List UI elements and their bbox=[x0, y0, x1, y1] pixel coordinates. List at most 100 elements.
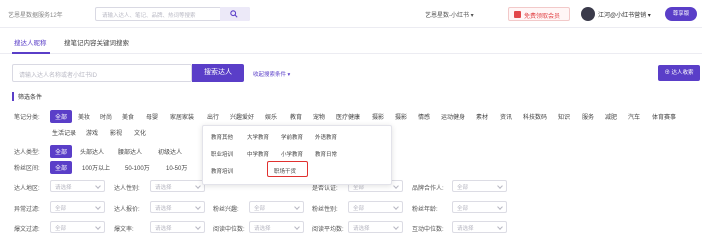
fan-age-select[interactable]: 全部 bbox=[452, 201, 507, 213]
region-select[interactable]: 请选择 bbox=[50, 180, 105, 192]
avatar[interactable] bbox=[581, 7, 595, 21]
chevron-down-icon bbox=[393, 224, 399, 230]
filter-label: 阅读平均数: bbox=[312, 227, 344, 233]
highlight-annotation-box bbox=[267, 161, 308, 177]
gender-select[interactable]: 请选择 bbox=[150, 180, 205, 192]
dropdown-item[interactable]: 小学教育 bbox=[281, 150, 303, 158]
dropdown-item[interactable]: 职业培训 bbox=[211, 150, 233, 158]
viral-rate-select[interactable]: 请选择 bbox=[150, 221, 205, 233]
category-chip[interactable]: 文化 bbox=[134, 128, 146, 137]
fans-range-chip[interactable]: 100万以上 bbox=[82, 163, 110, 172]
collapse-conditions-link[interactable]: 收起搜索条件 ▾ bbox=[253, 70, 290, 78]
category-chip[interactable]: 游戏 bbox=[86, 128, 98, 137]
dropdown-item[interactable]: 教育日常 bbox=[315, 150, 337, 158]
account-select[interactable]: 艺恩星数-小红书 ▾ bbox=[425, 10, 474, 19]
category-chip[interactable]: 汽车 bbox=[628, 112, 640, 121]
user-name[interactable]: 江河@小红书营销 ▾ bbox=[598, 10, 651, 19]
category-chip[interactable]: 生活记录 bbox=[52, 128, 76, 137]
filter-label: 互动中位数: bbox=[412, 227, 444, 233]
brand-partner-select[interactable]: 全部 bbox=[452, 180, 507, 192]
chevron-down-icon bbox=[294, 224, 300, 230]
filter-label: 异常过滤: bbox=[14, 207, 40, 213]
dropdown-item[interactable]: 大学教育 bbox=[247, 133, 269, 141]
select-value: 请选择 bbox=[457, 226, 474, 232]
chevron-down-icon bbox=[195, 224, 201, 230]
category-chip[interactable]: 摄影 bbox=[372, 112, 384, 121]
category-chip[interactable]: 摄影 bbox=[395, 112, 407, 121]
category-chip[interactable]: 运动健身 bbox=[441, 112, 465, 121]
chevron-down-icon bbox=[497, 183, 503, 189]
search-icon bbox=[230, 10, 238, 18]
dropdown-item[interactable]: 学前教育 bbox=[281, 133, 303, 141]
category-chip[interactable]: 体育赛事 bbox=[652, 112, 676, 121]
category-chip[interactable]: 宠物 bbox=[313, 112, 325, 121]
search-influencer-button[interactable]: 搜索达人 bbox=[192, 64, 244, 82]
category-chip[interactable]: 知识 bbox=[558, 112, 570, 121]
influencer-type-chip[interactable]: 腰部达人 bbox=[118, 147, 142, 156]
global-search-button[interactable] bbox=[220, 7, 250, 21]
viral-filter-select[interactable]: 全部 bbox=[50, 221, 105, 233]
fan-interest-select[interactable]: 全部 bbox=[249, 201, 304, 213]
read-average-select[interactable]: 请选择 bbox=[348, 221, 403, 233]
chevron-down-icon bbox=[95, 224, 101, 230]
select-value: 全部 bbox=[55, 226, 67, 232]
select-value: 请选择 bbox=[353, 226, 370, 232]
category-chip[interactable]: 影视 bbox=[110, 128, 122, 137]
chevron-down-icon bbox=[497, 224, 503, 230]
category-chip[interactable]: 美食 bbox=[122, 112, 134, 121]
tab-nickname[interactable]: 搜达人昵称 bbox=[14, 37, 47, 47]
search-tabs: 搜达人昵称 搜笔记内容关键词搜索 bbox=[0, 28, 702, 54]
category-chip[interactable]: 全部 bbox=[50, 110, 73, 123]
influencer-type-chip[interactable]: 全部 bbox=[50, 145, 73, 158]
active-tab-indicator bbox=[12, 52, 50, 54]
influencer-type-chip[interactable]: 初级达人 bbox=[158, 147, 182, 156]
filter-label: 达人报价: bbox=[114, 207, 140, 213]
interaction-median-select[interactable]: 请选择 bbox=[452, 221, 507, 233]
fans-range-chip[interactable]: 全部 bbox=[50, 161, 73, 174]
category-label: 笔记分类: bbox=[14, 115, 40, 121]
select-value: 全部 bbox=[254, 206, 266, 212]
coupon-button[interactable]: 免费领取会员 bbox=[508, 7, 570, 21]
category-chip[interactable]: 减肥 bbox=[605, 112, 617, 121]
influencer-type-chip[interactable]: 头部达人 bbox=[80, 147, 104, 156]
fans-range-chip[interactable]: 50-100万 bbox=[125, 163, 150, 172]
chevron-down-icon bbox=[195, 183, 201, 189]
influencer-search-input[interactable]: 请输入达人名称或者小红书ID bbox=[12, 64, 192, 82]
category-chip[interactable]: 娱乐 bbox=[265, 112, 277, 121]
category-chip[interactable]: 资讯 bbox=[500, 112, 512, 121]
select-value: 请选择 bbox=[155, 226, 172, 232]
vip-button[interactable]: 尊享版 bbox=[665, 7, 697, 21]
category-chip[interactable]: 素材 bbox=[476, 112, 488, 121]
category-chip[interactable]: 时尚 bbox=[100, 112, 112, 121]
category-chip[interactable]: 教育 bbox=[290, 112, 302, 121]
dropdown-item[interactable]: 教育培训 bbox=[211, 167, 233, 175]
quote-select[interactable]: 请选择 bbox=[150, 201, 205, 213]
dropdown-item[interactable]: 教育其他 bbox=[211, 133, 233, 141]
add-influencer-button[interactable]: ⊕ 达人收索 bbox=[658, 65, 700, 81]
filter-label: 阅读中位数: bbox=[213, 227, 245, 233]
category-chip[interactable]: 科技数码 bbox=[523, 112, 547, 121]
collapse-conditions-label: 收起搜索条件 bbox=[253, 72, 287, 78]
select-value: 请选择 bbox=[55, 185, 72, 191]
category-chip[interactable]: 出行 bbox=[207, 112, 219, 121]
user-name-label: 江河@小红书营销 bbox=[598, 13, 647, 19]
anomaly-select[interactable]: 全部 bbox=[50, 201, 105, 213]
category-chip[interactable]: 家居家装 bbox=[170, 112, 194, 121]
read-median-select[interactable]: 请选择 bbox=[249, 221, 304, 233]
category-chip[interactable]: 兴趣爱好 bbox=[230, 112, 254, 121]
site-slogan: 艺恩星数据服务12年 bbox=[8, 13, 63, 19]
tab-note-keyword[interactable]: 搜笔记内容关键词搜索 bbox=[64, 37, 129, 47]
chevron-down-icon bbox=[95, 204, 101, 210]
fans-range-chip[interactable]: 10-50万 bbox=[166, 163, 187, 172]
global-search-placeholder: 请输入达人、笔记、品牌、热词等搜索 bbox=[102, 13, 196, 19]
category-chip[interactable]: 医疗健康 bbox=[336, 112, 360, 121]
category-chip[interactable]: 服务 bbox=[582, 112, 594, 121]
select-value: 请选择 bbox=[254, 226, 271, 232]
fan-gender-select[interactable]: 全部 bbox=[348, 201, 403, 213]
category-chip[interactable]: 情感 bbox=[418, 112, 430, 121]
category-chip[interactable]: 美妆 bbox=[78, 112, 90, 121]
dropdown-item[interactable]: 外语教育 bbox=[315, 133, 337, 141]
category-chip[interactable]: 母婴 bbox=[146, 112, 158, 121]
filter-section-title: 筛选条件 bbox=[12, 92, 42, 101]
dropdown-item[interactable]: 中学教育 bbox=[247, 150, 269, 158]
